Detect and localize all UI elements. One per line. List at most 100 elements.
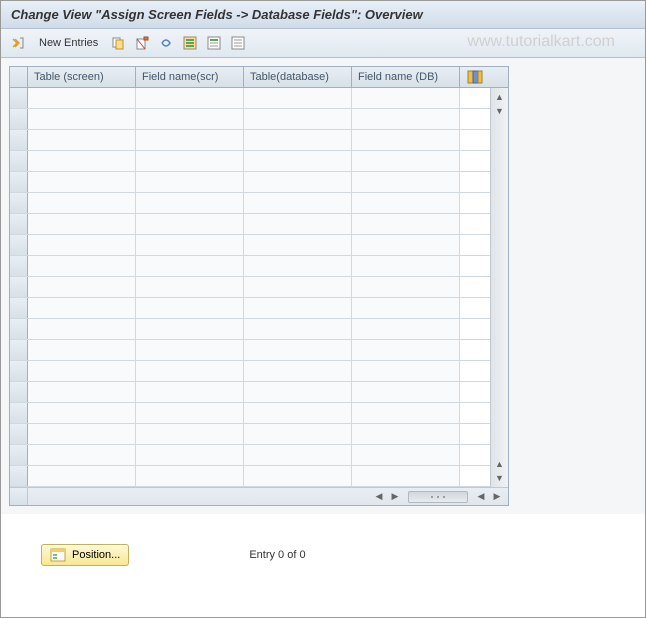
cell[interactable] (28, 130, 136, 150)
cell[interactable] (244, 172, 352, 192)
cell[interactable] (352, 403, 460, 423)
scroll-down-icon[interactable]: ▼ (493, 104, 507, 118)
table-row[interactable] (10, 151, 490, 172)
cell[interactable] (136, 235, 244, 255)
cell[interactable] (244, 256, 352, 276)
cell[interactable] (136, 403, 244, 423)
cell[interactable] (28, 340, 136, 360)
cell[interactable] (244, 277, 352, 297)
table-row[interactable] (10, 340, 490, 361)
table-row[interactable] (10, 382, 490, 403)
cell[interactable] (244, 424, 352, 444)
cell[interactable] (28, 403, 136, 423)
scroll-up-icon[interactable]: ▲ (493, 90, 507, 104)
row-selector[interactable] (10, 466, 28, 486)
cell[interactable] (28, 382, 136, 402)
table-row[interactable] (10, 88, 490, 109)
cell[interactable] (244, 445, 352, 465)
row-selector[interactable] (10, 445, 28, 465)
cell[interactable] (352, 130, 460, 150)
table-row[interactable] (10, 298, 490, 319)
cell[interactable] (244, 214, 352, 234)
row-selector[interactable] (10, 151, 28, 171)
table-row[interactable] (10, 319, 490, 340)
table-row[interactable] (10, 256, 490, 277)
table-row[interactable] (10, 214, 490, 235)
deselect-all-icon[interactable] (228, 33, 248, 53)
row-selector-header[interactable] (10, 67, 28, 87)
row-selector[interactable] (10, 424, 28, 444)
cell[interactable] (136, 88, 244, 108)
cell[interactable] (244, 361, 352, 381)
row-selector[interactable] (10, 172, 28, 192)
scroll-left2-icon[interactable]: ◀ (474, 490, 488, 504)
cell[interactable] (244, 193, 352, 213)
cell[interactable] (28, 193, 136, 213)
cell[interactable] (136, 109, 244, 129)
position-button[interactable]: Position... (41, 544, 129, 566)
cell[interactable] (28, 88, 136, 108)
cell[interactable] (28, 235, 136, 255)
row-selector[interactable] (10, 109, 28, 129)
scroll-right2-icon[interactable]: ▶ (490, 490, 504, 504)
scroll-thumb[interactable] (408, 491, 468, 503)
cell[interactable] (136, 382, 244, 402)
table-row[interactable] (10, 130, 490, 151)
cell[interactable] (352, 193, 460, 213)
table-row[interactable] (10, 277, 490, 298)
row-selector[interactable] (10, 340, 28, 360)
row-selector[interactable] (10, 130, 28, 150)
cell[interactable] (28, 424, 136, 444)
cell[interactable] (352, 151, 460, 171)
cell[interactable] (136, 193, 244, 213)
cell[interactable] (352, 340, 460, 360)
cell[interactable] (352, 172, 460, 192)
cell[interactable] (136, 445, 244, 465)
cell[interactable] (136, 256, 244, 276)
cell[interactable] (136, 130, 244, 150)
cell[interactable] (352, 382, 460, 402)
cell[interactable] (352, 88, 460, 108)
row-selector[interactable] (10, 88, 28, 108)
row-selector[interactable] (10, 361, 28, 381)
table-row[interactable] (10, 172, 490, 193)
col-header-field-db[interactable]: Field name (DB) (352, 67, 460, 87)
scroll-right-icon[interactable]: ▶ (388, 490, 402, 504)
cell[interactable] (244, 235, 352, 255)
row-selector[interactable] (10, 214, 28, 234)
cell[interactable] (136, 466, 244, 486)
cell[interactable] (244, 298, 352, 318)
cell[interactable] (244, 466, 352, 486)
table-row[interactable] (10, 361, 490, 382)
cell[interactable] (28, 256, 136, 276)
cell[interactable] (352, 466, 460, 486)
cell[interactable] (28, 214, 136, 234)
cell[interactable] (28, 172, 136, 192)
vertical-scrollbar[interactable]: ▲ ▼ ▲ ▼ (490, 88, 508, 487)
copy-icon[interactable] (108, 33, 128, 53)
table-row[interactable] (10, 466, 490, 487)
cell[interactable] (352, 445, 460, 465)
cell[interactable] (136, 298, 244, 318)
row-selector[interactable] (10, 235, 28, 255)
cell[interactable] (136, 319, 244, 339)
delete-icon[interactable] (132, 33, 152, 53)
cell[interactable] (28, 466, 136, 486)
cell[interactable] (352, 277, 460, 297)
horizontal-scrollbar[interactable]: ◀ ▶ ◀ ▶ (10, 487, 508, 505)
cell[interactable] (244, 340, 352, 360)
table-row[interactable] (10, 424, 490, 445)
scroll-up2-icon[interactable]: ▲ (493, 457, 507, 471)
cell[interactable] (28, 151, 136, 171)
row-selector[interactable] (10, 256, 28, 276)
row-selector[interactable] (10, 403, 28, 423)
cell[interactable] (352, 256, 460, 276)
cell[interactable] (244, 109, 352, 129)
cell[interactable] (352, 361, 460, 381)
cell[interactable] (352, 298, 460, 318)
cell[interactable] (28, 277, 136, 297)
row-selector[interactable] (10, 277, 28, 297)
cell[interactable] (244, 382, 352, 402)
table-settings-icon[interactable] (460, 67, 490, 87)
cell[interactable] (136, 340, 244, 360)
